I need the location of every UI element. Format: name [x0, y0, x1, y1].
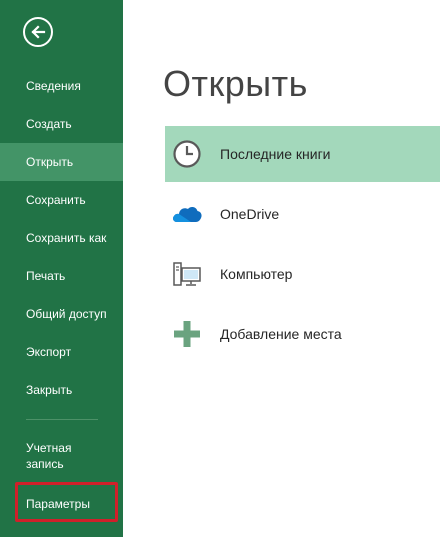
cloud-icon: [173, 206, 202, 222]
back-arrow-icon: [31, 25, 46, 39]
nav-share[interactable]: Общий доступ: [0, 295, 123, 333]
nav-account-line1: Учетная: [26, 441, 72, 455]
computer-icon: [173, 262, 201, 286]
location-label: Добавление места: [220, 326, 342, 342]
nav-account[interactable]: Учетная запись: [0, 434, 123, 478]
nav-save-as[interactable]: Сохранить как: [0, 219, 123, 257]
nav-info[interactable]: Сведения: [0, 67, 123, 105]
page-title: Открыть: [163, 63, 308, 104]
nav-save[interactable]: Сохранить: [0, 181, 123, 219]
options-highlight-box: [15, 482, 118, 522]
plus-icon: [174, 321, 200, 347]
nav-account-line2: запись: [26, 457, 64, 471]
location-onedrive[interactable]: OneDrive: [165, 186, 440, 242]
location-computer[interactable]: Компьютер: [165, 246, 440, 302]
nav-new[interactable]: Создать: [0, 105, 123, 143]
location-label: Последние книги: [220, 146, 331, 162]
location-recent-workbooks[interactable]: Последние книги: [165, 126, 440, 182]
location-add-place[interactable]: Добавление места: [165, 306, 440, 362]
nav-divider: [26, 419, 98, 420]
location-label: Компьютер: [220, 266, 293, 282]
nav-export[interactable]: Экспорт: [0, 333, 123, 371]
back-button[interactable]: [23, 17, 53, 47]
nav-close[interactable]: Закрыть: [0, 371, 123, 409]
backstage-sidebar: Сведения Создать Открыть Сохранить Сохра…: [0, 0, 123, 537]
nav-open[interactable]: Открыть: [0, 143, 123, 181]
clock-icon: [173, 140, 201, 168]
location-label: OneDrive: [220, 206, 280, 222]
nav-print[interactable]: Печать: [0, 257, 123, 295]
